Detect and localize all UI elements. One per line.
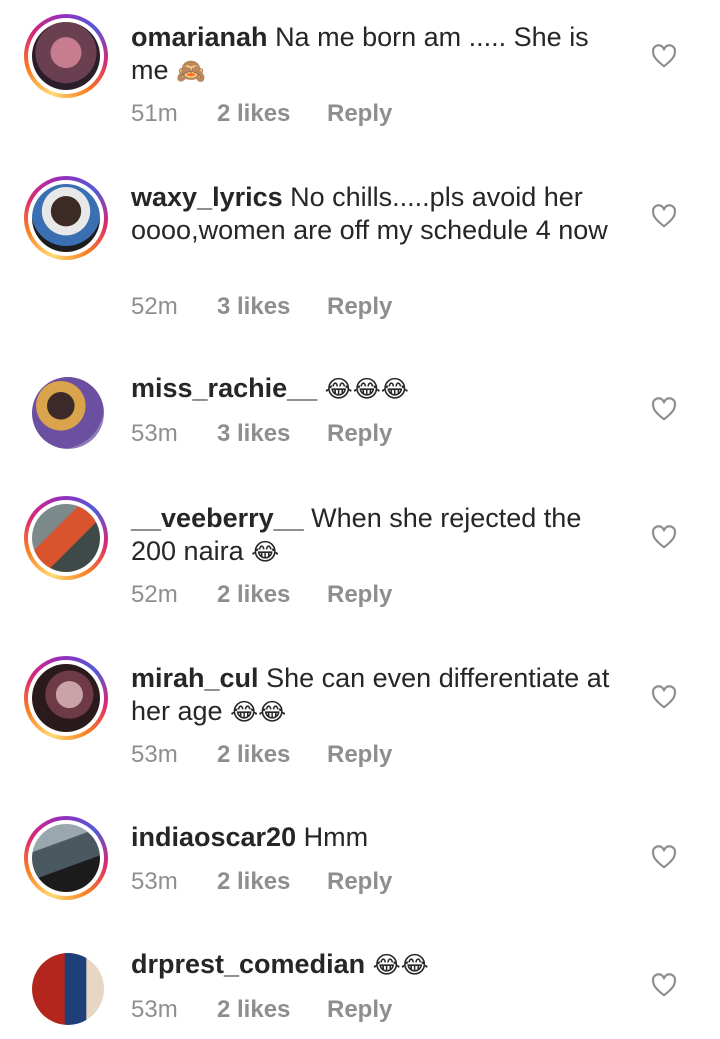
comment-likes[interactable]: 3 likes: [217, 420, 327, 448]
comment-likes[interactable]: 3 likes: [217, 293, 327, 321]
comment-username[interactable]: __veeberry__: [131, 503, 304, 533]
comment-time: 52m: [131, 581, 178, 608]
comment-username[interactable]: drprest_comedian: [131, 949, 365, 979]
comment-time: 53m: [131, 868, 178, 895]
comment-meta: 52m 2 likes Reply: [131, 581, 392, 609]
avatar[interactable]: [24, 496, 108, 580]
heart-icon[interactable]: [651, 204, 677, 228]
avatar-photo: [32, 184, 100, 252]
reply-button[interactable]: Reply: [327, 293, 392, 321]
comment-meta: 53m 2 likes Reply: [131, 996, 392, 1024]
avatar[interactable]: [32, 377, 104, 449]
comment-emoji: 🙈: [176, 58, 206, 85]
comment-time: 53m: [131, 420, 178, 447]
heart-icon[interactable]: [651, 525, 677, 549]
reply-button[interactable]: Reply: [327, 581, 392, 609]
comment-username[interactable]: mirah_cul: [131, 663, 259, 693]
avatar-photo: [32, 824, 100, 892]
comment-meta: 53m 2 likes Reply: [131, 868, 392, 896]
comment-emoji: 😂😂😂: [324, 376, 409, 403]
comment-likes[interactable]: 2 likes: [217, 741, 327, 769]
heart-icon[interactable]: [651, 845, 677, 869]
comment-meta: 53m 2 likes Reply: [131, 741, 392, 769]
comment-time: 53m: [131, 741, 178, 768]
comment-username[interactable]: miss_rachie__: [131, 373, 317, 403]
comment-meta: 53m 3 likes Reply: [131, 420, 392, 448]
avatar-photo: [32, 504, 100, 572]
avatar-photo: [32, 377, 104, 449]
reply-button[interactable]: Reply: [327, 996, 392, 1024]
comment-emoji: 😂😂: [230, 699, 287, 726]
avatar[interactable]: [24, 816, 108, 900]
reply-button[interactable]: Reply: [327, 100, 392, 128]
comment-meta: 52m 3 likes Reply: [131, 293, 392, 321]
comment-time: 53m: [131, 996, 178, 1023]
comment-time: 51m: [131, 100, 178, 127]
comment-text: Hmm: [303, 822, 369, 852]
comment-username[interactable]: omarianah: [131, 22, 268, 52]
avatar[interactable]: [24, 14, 108, 98]
heart-icon[interactable]: [651, 685, 677, 709]
comment-likes[interactable]: 2 likes: [217, 100, 327, 128]
comment-username[interactable]: waxy_lyrics: [131, 182, 283, 212]
comment-likes[interactable]: 2 likes: [217, 996, 327, 1024]
comment-time: 52m: [131, 293, 178, 320]
avatar[interactable]: [24, 656, 108, 740]
heart-icon[interactable]: [651, 973, 677, 997]
comment-meta: 51m 2 likes Reply: [131, 100, 392, 128]
reply-button[interactable]: Reply: [327, 741, 392, 769]
comment-emoji: 😂: [251, 539, 280, 566]
comment-emoji: 😂😂: [372, 952, 429, 979]
avatar[interactable]: [24, 176, 108, 260]
avatar-photo: [32, 22, 100, 90]
comment-likes[interactable]: 2 likes: [217, 868, 327, 896]
reply-button[interactable]: Reply: [327, 868, 392, 896]
heart-icon[interactable]: [651, 397, 677, 421]
avatar[interactable]: [32, 953, 104, 1025]
reply-button[interactable]: Reply: [327, 420, 392, 448]
comment-likes[interactable]: 2 likes: [217, 581, 327, 609]
avatar-photo: [32, 664, 100, 732]
avatar-photo: [32, 953, 104, 1025]
comment-username[interactable]: indiaoscar20: [131, 822, 296, 852]
heart-icon[interactable]: [651, 44, 677, 68]
